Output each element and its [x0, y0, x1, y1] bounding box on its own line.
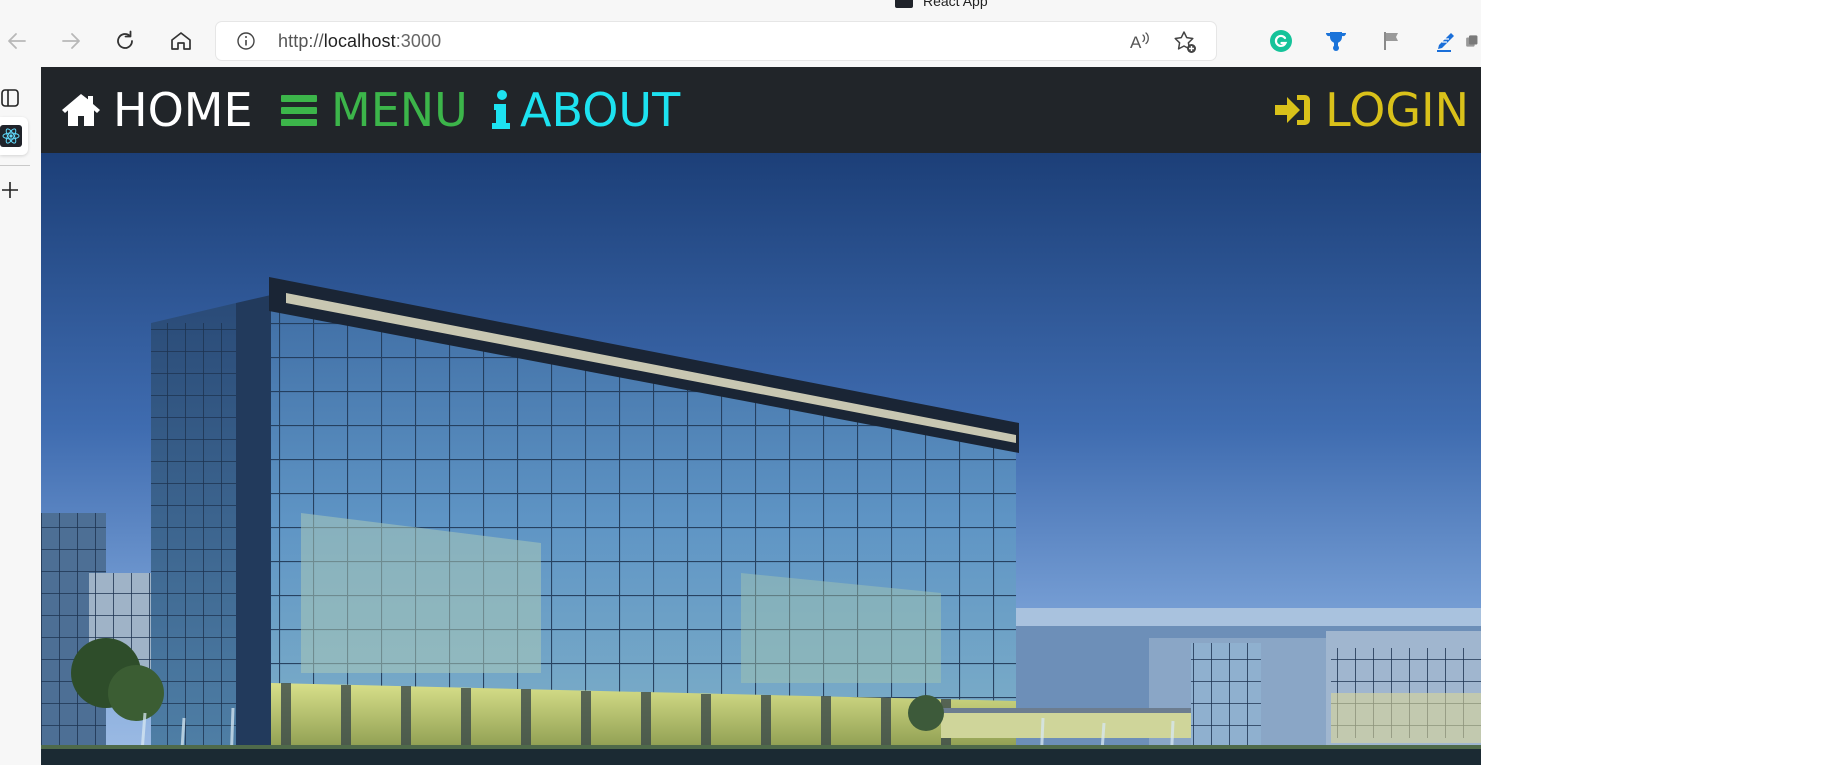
pen-icon — [1437, 33, 1454, 52]
nav-home-label: HOME — [113, 83, 253, 137]
arrow-right-icon — [62, 33, 80, 49]
grammarly-extension[interactable] — [1268, 28, 1294, 54]
flag-extension[interactable] — [1378, 28, 1404, 54]
tab-title[interactable]: React App — [923, 0, 988, 8]
url-port: :3000 — [395, 31, 442, 51]
pen-extension[interactable] — [1433, 28, 1459, 54]
nav-about-label: ABOUT — [520, 83, 681, 137]
nav-login-label: LOGIN — [1325, 83, 1469, 137]
collections-extension[interactable] — [1464, 28, 1481, 54]
collections-icon — [1466, 35, 1478, 47]
sidebar-divider — [0, 165, 30, 166]
sign-in-icon — [1273, 92, 1313, 128]
nav-menu-label: MENU — [331, 83, 468, 137]
refresh-button[interactable] — [110, 26, 140, 56]
nav-menu-link[interactable]: MENU — [279, 85, 468, 135]
react-favicon-icon — [895, 0, 913, 8]
sidebar-tab-react-app[interactable] — [0, 117, 28, 155]
address-bar[interactable]: http://localhost:3000 A — [216, 22, 1216, 60]
vertical-tabs-sidebar — [0, 67, 40, 765]
trophy-icon — [1325, 32, 1347, 51]
hero-building-image — [41, 153, 1481, 765]
url-scheme: http:// — [278, 31, 324, 51]
url-host: localhost — [323, 31, 396, 51]
plus-icon[interactable] — [0, 179, 22, 201]
browser-window: React App http://localhost:3000 A HOME M… — [0, 0, 1481, 765]
window-title-strip: React App — [0, 0, 1481, 12]
browser-toolbar: http://localhost:3000 A — [0, 12, 1481, 67]
react-logo-icon — [0, 125, 22, 147]
house-icon — [171, 32, 191, 50]
nav-home-link[interactable]: HOME — [61, 85, 253, 135]
read-aloud-icon[interactable]: A — [1128, 29, 1152, 53]
grammarly-icon — [1270, 30, 1292, 52]
add-favorite-icon[interactable] — [1172, 29, 1198, 55]
bars-icon — [279, 92, 319, 128]
tab-actions-icon[interactable] — [0, 87, 22, 109]
info-circle-icon[interactable] — [236, 31, 256, 51]
flag-icon — [1384, 32, 1398, 50]
nav-about-link[interactable]: ABOUT — [492, 85, 680, 135]
info-icon — [492, 90, 510, 130]
back-button[interactable] — [2, 26, 32, 56]
nav-login-link[interactable]: LOGIN — [1273, 85, 1469, 135]
arrow-left-icon — [8, 33, 26, 49]
refresh-icon — [117, 30, 133, 49]
svg-text:A: A — [1130, 33, 1142, 52]
home-button[interactable] — [166, 26, 196, 56]
site-navbar: HOME MENU ABOUT LOGIN — [41, 67, 1481, 153]
forward-button[interactable] — [56, 26, 86, 56]
web-page: HOME MENU ABOUT LOGIN — [41, 67, 1481, 765]
home-icon — [61, 92, 101, 128]
url-text[interactable]: http://localhost:3000 — [278, 31, 441, 52]
trophy-extension[interactable] — [1323, 28, 1349, 54]
